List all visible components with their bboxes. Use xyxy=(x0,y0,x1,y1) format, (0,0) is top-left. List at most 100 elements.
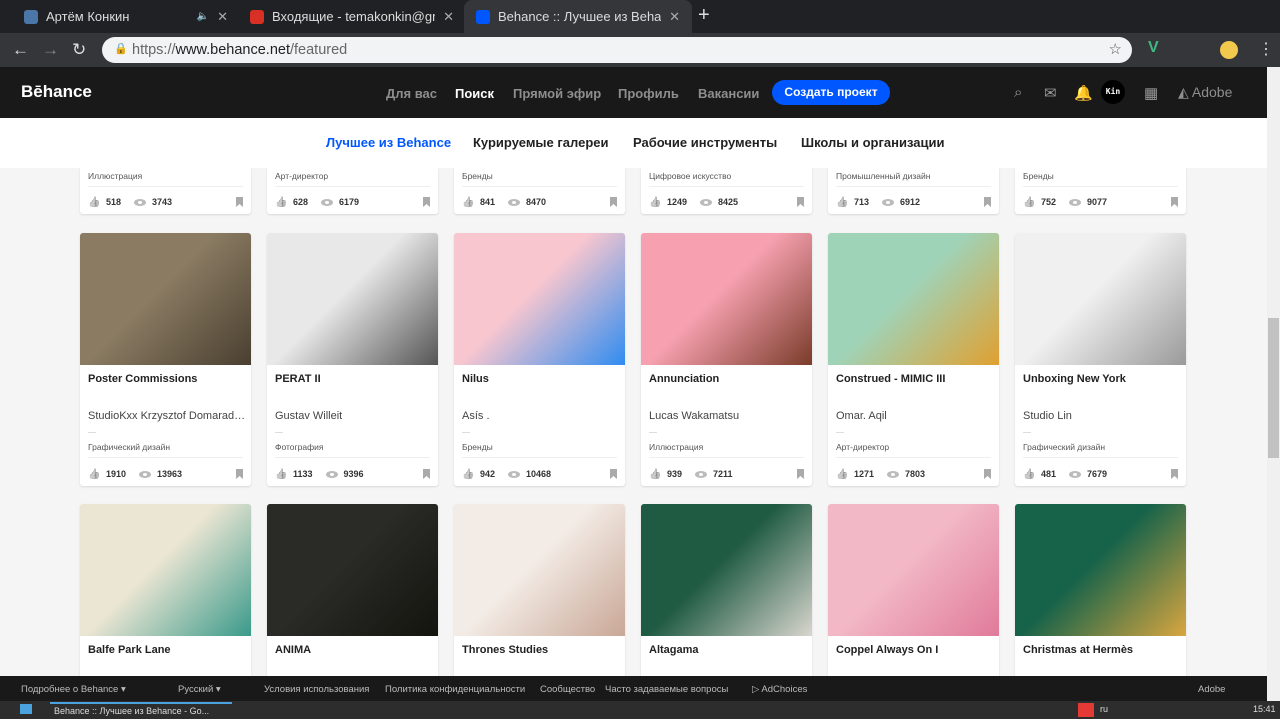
adobe-link[interactable]: ◭ Adobe xyxy=(1178,84,1232,101)
project-cover-image[interactable] xyxy=(1015,504,1186,636)
thumbs-up-icon[interactable]: 👍 xyxy=(462,469,474,480)
project-card[interactable]: Poster Commissions StudioKxx Krzysztof Do… xyxy=(80,233,251,486)
clock[interactable]: 15:41 xyxy=(1253,704,1276,714)
project-cover-image[interactable] xyxy=(267,233,438,365)
search-icon[interactable]: ⌕ xyxy=(1014,84,1022,101)
project-title[interactable]: Poster Commissions xyxy=(88,373,197,385)
project-cover-image[interactable] xyxy=(80,233,251,365)
bookmark-icon[interactable] xyxy=(423,469,430,479)
project-title[interactable]: PERAT II xyxy=(275,373,321,385)
thumbs-up-icon[interactable]: 👍 xyxy=(275,197,287,208)
bookmark-icon[interactable] xyxy=(423,197,430,207)
subnav-curated-galleries[interactable]: Курируемые галереи xyxy=(473,135,609,150)
project-cover-image[interactable] xyxy=(641,504,812,636)
close-tab-icon[interactable]: ✕ xyxy=(217,9,228,25)
project-card[interactable]: Цифровое искусство 👍 1249 8425 xyxy=(641,168,812,214)
project-card[interactable]: Altagama xyxy=(641,504,812,676)
project-cover-image[interactable] xyxy=(454,233,625,365)
project-card[interactable]: Бренды 👍 841 8470 xyxy=(454,168,625,214)
nav-for-you[interactable]: Для вас xyxy=(386,86,437,101)
project-cover-image[interactable] xyxy=(454,504,625,636)
browser-tab[interactable]: Входящие - temakonkin@gmail.com ✕ xyxy=(238,0,466,33)
footer-community[interactable]: Сообщество xyxy=(540,684,595,695)
nav-live[interactable]: Прямой эфир xyxy=(513,86,601,101)
footer-privacy[interactable]: Политика конфиденциальности xyxy=(385,684,525,695)
project-title[interactable]: Annunciation xyxy=(649,373,719,385)
thumbs-up-icon[interactable]: 👍 xyxy=(88,197,100,208)
project-author[interactable]: Asís . xyxy=(462,410,620,422)
footer-more-behance[interactable]: Подробнее о Behance ▾ xyxy=(21,684,126,695)
project-cover-image[interactable] xyxy=(1015,233,1186,365)
project-title[interactable]: Nilus xyxy=(462,373,489,385)
project-title[interactable]: Construed - MIMIC III xyxy=(836,373,945,385)
thumbs-up-icon[interactable]: 👍 xyxy=(1023,197,1035,208)
vue-extension-icon[interactable]: V xyxy=(1148,39,1159,57)
thumbs-up-icon[interactable]: 👍 xyxy=(462,197,474,208)
browser-tab-active[interactable]: Behance :: Лучшее из Behance ✕ xyxy=(464,0,692,33)
bookmark-icon[interactable] xyxy=(984,197,991,207)
desktop-icon[interactable] xyxy=(20,704,32,714)
apps-grid-icon[interactable]: ▦ xyxy=(1144,84,1158,102)
project-author[interactable]: Studio Lin xyxy=(1023,410,1181,422)
reload-icon[interactable]: ↻ xyxy=(72,40,86,60)
back-icon[interactable]: ← xyxy=(12,40,29,60)
footer-adchoices[interactable]: ▷ AdChoices xyxy=(752,684,807,695)
footer-terms[interactable]: Условия использования xyxy=(264,684,369,695)
keyboard-layout[interactable]: ru xyxy=(1100,704,1108,714)
taskbar-window-button[interactable]: Behance :: Лучшее из Behance - Go... xyxy=(50,702,232,718)
close-tab-icon[interactable]: ✕ xyxy=(669,9,680,25)
mail-icon[interactable]: ✉ xyxy=(1044,84,1057,102)
project-author[interactable]: Gustav Willeit xyxy=(275,410,433,422)
menu-icon[interactable]: ⋮ xyxy=(1258,39,1274,59)
address-bar[interactable]: 🔒 https://www.behance.net/featured ☆ xyxy=(102,37,1132,63)
project-card[interactable]: Thrones Studies xyxy=(454,504,625,676)
subnav-schools[interactable]: Школы и организации xyxy=(801,135,944,150)
footer-language[interactable]: Русский ▾ xyxy=(178,684,221,695)
create-project-button[interactable]: Создать проект xyxy=(772,80,890,105)
project-title[interactable]: Altagama xyxy=(649,644,699,656)
footer-adobe[interactable]: Adobe xyxy=(1198,684,1225,695)
bookmark-icon[interactable] xyxy=(610,197,617,207)
project-title[interactable]: Thrones Studies xyxy=(462,644,548,656)
project-card[interactable]: Бренды 👍 752 9077 xyxy=(1015,168,1186,214)
behance-logo[interactable]: Bēhance xyxy=(21,82,92,102)
bookmark-icon[interactable] xyxy=(236,197,243,207)
bookmark-icon[interactable] xyxy=(1171,197,1178,207)
thumbs-up-icon[interactable]: 👍 xyxy=(88,469,100,480)
thumbs-up-icon[interactable]: 👍 xyxy=(836,469,848,480)
bookmark-icon[interactable] xyxy=(1171,469,1178,479)
bookmark-icon[interactable] xyxy=(610,469,617,479)
forward-icon[interactable]: → xyxy=(42,40,59,60)
nav-jobs[interactable]: Вакансии xyxy=(698,86,759,101)
project-cover-image[interactable] xyxy=(828,233,999,365)
project-title[interactable]: ANIMA xyxy=(275,644,311,656)
bookmark-star-icon[interactable]: ☆ xyxy=(1109,40,1122,58)
project-card[interactable]: Nilus Asís . Бренды 👍 942 10468 xyxy=(454,233,625,486)
project-card[interactable]: ANIMA xyxy=(267,504,438,676)
project-author[interactable]: Lucas Wakamatsu xyxy=(649,410,807,422)
project-cover-image[interactable] xyxy=(267,504,438,636)
avatar[interactable]: Kin xyxy=(1101,80,1125,104)
project-title[interactable]: Balfe Park Lane xyxy=(88,644,171,656)
nav-profile[interactable]: Профиль xyxy=(618,86,679,101)
project-title[interactable]: Christmas at Hermès xyxy=(1023,644,1133,656)
new-tab-button[interactable]: + xyxy=(698,4,710,27)
bookmark-icon[interactable] xyxy=(797,197,804,207)
project-title[interactable]: Unboxing New York xyxy=(1023,373,1126,385)
project-card[interactable]: PERAT II Gustav Willeit Фотография 👍 1133 939… xyxy=(267,233,438,486)
project-card[interactable]: Balfe Park Lane xyxy=(80,504,251,676)
thumbs-up-icon[interactable]: 👍 xyxy=(649,197,661,208)
project-author[interactable]: Omar. Aqil xyxy=(836,410,994,422)
scrollbar-thumb[interactable] xyxy=(1268,318,1279,458)
project-title[interactable]: Coppel Always On I xyxy=(836,644,938,656)
browser-tab[interactable]: Артём Конкин 🔈 ✕ xyxy=(12,0,240,33)
nav-search[interactable]: Поиск xyxy=(455,86,494,101)
project-card[interactable]: Christmas at Hermès xyxy=(1015,504,1186,676)
subnav-creative-tools[interactable]: Рабочие инструменты xyxy=(633,135,777,150)
profile-avatar-icon[interactable] xyxy=(1220,41,1238,59)
project-author[interactable]: StudioKxx Krzysztof Domaradzki xyxy=(88,410,246,422)
footer-faq[interactable]: Часто задаваемые вопросы xyxy=(605,684,728,695)
project-card[interactable]: Арт-директор 👍 628 6179 xyxy=(267,168,438,214)
project-card[interactable]: Промышленный дизайн 👍 713 6912 xyxy=(828,168,999,214)
bookmark-icon[interactable] xyxy=(797,469,804,479)
